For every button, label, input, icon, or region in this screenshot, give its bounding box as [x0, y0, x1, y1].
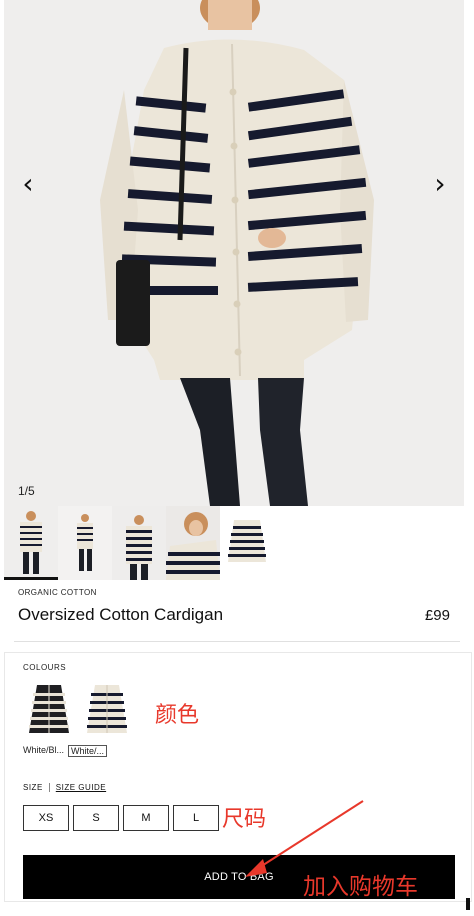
- product-card: ‹ › 1/5 ORGANIC COTTON Oversized Cotton …: [4, 0, 464, 644]
- size-option-m[interactable]: M: [123, 805, 169, 831]
- product-meta: ORGANIC COTTON Oversized Cotton Cardigan…: [18, 588, 450, 625]
- size-guide-link[interactable]: SIZE GUIDE: [48, 783, 106, 792]
- product-eyebrow: ORGANIC COTTON: [18, 588, 97, 597]
- size-option-xs[interactable]: XS: [23, 805, 69, 831]
- image-counter: 1/5: [18, 484, 35, 498]
- thumbnail-3[interactable]: [112, 506, 166, 580]
- purchase-options-card: COLOURS 颜色 White/Bl... White/... SIZE SI…: [4, 652, 472, 902]
- thumbnail-1[interactable]: [4, 506, 58, 580]
- product-title: Oversized Cotton Cardigan: [18, 605, 224, 624]
- size-header: SIZE SIZE GUIDE: [23, 783, 106, 792]
- colour-names: White/Bl... White/...: [23, 745, 108, 757]
- colour-swatch-white[interactable]: [83, 677, 131, 739]
- chevron-right-icon[interactable]: ›: [428, 170, 452, 198]
- thumbnail-strip: [4, 506, 464, 580]
- size-selector: XS S M L: [23, 805, 219, 831]
- thumbnail-4[interactable]: [166, 506, 220, 580]
- product-image-carousel[interactable]: ‹ › 1/5: [4, 0, 464, 506]
- size-option-s[interactable]: S: [73, 805, 119, 831]
- annotation-size: 尺码: [222, 807, 267, 832]
- colour-name-2[interactable]: White/...: [68, 745, 108, 757]
- divider: [14, 641, 460, 642]
- product-price: £99: [424, 607, 450, 624]
- edge-marker: [466, 898, 470, 910]
- thumbnail-5[interactable]: [220, 506, 274, 580]
- colour-swatch-black[interactable]: [25, 677, 73, 739]
- chevron-left-icon[interactable]: ‹: [16, 170, 40, 198]
- size-option-l[interactable]: L: [173, 805, 219, 831]
- colour-name-1[interactable]: White/Bl...: [23, 745, 64, 757]
- annotation-colour: 颜色: [155, 703, 200, 728]
- colours-label: COLOURS: [23, 663, 67, 672]
- product-hero-image: [100, 0, 374, 506]
- thumbnail-2[interactable]: [58, 506, 112, 580]
- annotation-add-to-cart: 加入购物车: [303, 874, 418, 900]
- size-label: SIZE: [23, 783, 43, 792]
